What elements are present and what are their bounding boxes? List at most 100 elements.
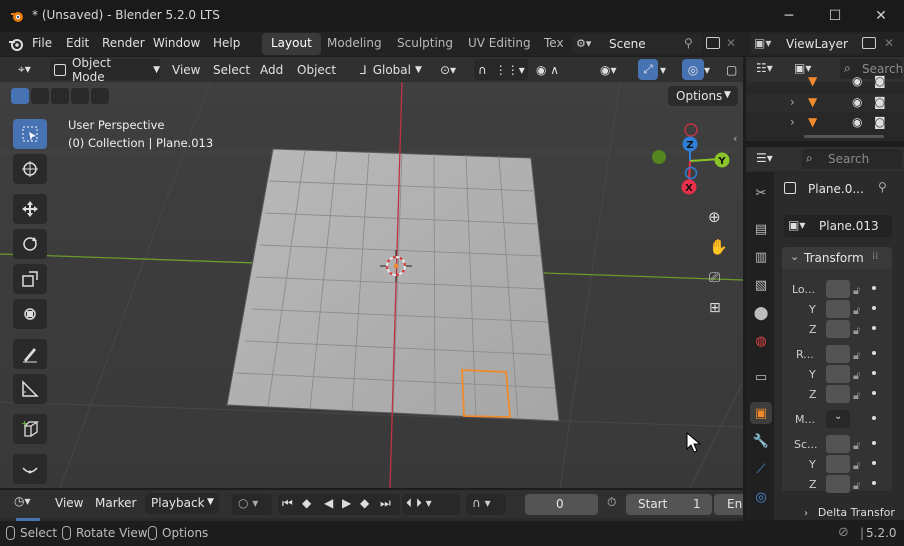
3d-viewport[interactable]: Options ▼ User Perspective (0) Collectio… [0,82,743,488]
eye-icon[interactable]: ◉ [852,115,862,129]
keyframe-dot-icon[interactable] [872,481,876,485]
pivot-point-icon[interactable]: ⊙▾ [440,59,470,80]
annotate-tool-icon[interactable] [13,339,47,369]
measure-tool-icon[interactable] [13,374,47,404]
location-z-field[interactable] [826,320,850,338]
proportional-editing-icon[interactable]: ◉ ∧ [536,59,586,80]
eye-icon[interactable]: ◉ [852,95,862,109]
camera-render-icon[interactable]: ◙ [874,74,886,88]
menu-window[interactable]: Window [153,36,200,50]
new-scene-icon[interactable] [706,37,720,49]
pan-hand-icon[interactable]: ✋ [709,238,728,256]
menu-render[interactable]: Render [102,36,145,50]
outliner-row[interactable]: › ▼ ◉ ◙ [746,94,904,112]
jump-keyframe-forward-icon[interactable]: ◆ [360,496,369,510]
render-tab-icon[interactable]: ▤ [750,218,772,240]
add-menu[interactable]: Add [260,59,283,80]
new-view-layer-icon[interactable] [862,37,876,49]
scene-selector[interactable]: ⚙▾ Scene ⚲ [572,34,702,54]
lock-icon[interactable]: 🔓︎ [853,281,860,301]
outliner-scrollbar[interactable] [804,135,884,138]
object-menu[interactable]: Object [297,59,336,80]
select-subtract-icon[interactable] [51,88,69,104]
rotation-z-field[interactable] [826,385,850,403]
keyframe-dot-icon[interactable] [872,306,876,310]
close-button[interactable]: ✕ [858,0,904,32]
current-frame-field[interactable]: 0 [525,494,598,515]
lock-icon[interactable]: 🔓︎ [853,386,860,406]
select-difference-icon[interactable] [71,88,89,104]
transform-panel-header[interactable]: ⌄ Transform ⁞⁞ [782,247,892,269]
keyframe-dot-icon[interactable] [872,286,876,290]
physics-tab-icon[interactable]: ◎ [750,486,772,508]
menu-help[interactable]: Help [213,36,240,50]
lock-icon[interactable]: 🔓︎ [853,301,860,321]
select-menu[interactable]: Select [213,59,250,80]
keyframe-dot-icon[interactable] [872,391,876,395]
neg-z-axis-icon[interactable] [684,166,698,180]
lock-icon[interactable]: 🔓︎ [853,366,860,386]
menu-edit[interactable]: Edit [66,36,89,50]
view-menu[interactable]: View [172,59,200,80]
add-cube-tool-icon[interactable]: + [13,414,47,444]
timeline-editor-type-icon[interactable]: ◷▾ [14,494,31,508]
expand-arrow-icon[interactable]: › [790,95,795,109]
scale-x-field[interactable] [826,435,850,453]
rotate-tool-icon[interactable] [13,229,47,259]
keyframe-dot-icon[interactable] [872,441,876,445]
lock-icon[interactable]: 🔓︎ [853,456,860,476]
blender-menu-icon[interactable] [8,37,23,51]
object-tab-icon[interactable]: ▣ [750,402,772,424]
properties-editor-type-icon[interactable]: ☰▾ [756,151,773,165]
auto-keying-icon[interactable]: ∩ ▾ [466,494,506,515]
camera-render-icon[interactable]: ◙ [874,95,886,109]
camera-render-icon[interactable]: ◙ [874,115,886,129]
lock-icon[interactable]: 🔓︎ [853,321,860,341]
collapse-arrow-icon[interactable]: ‹ [733,132,737,145]
outliner-panel[interactable]: › ▼ ◉ ◙ › ▼ ◉ ◙ ▼ ◉ ◙ [746,74,904,141]
remove-scene-icon[interactable]: ✕ [726,36,736,50]
rotation-y-field[interactable] [826,365,850,383]
neg-y-axis-icon[interactable] [652,150,666,164]
transform-orientation-selector[interactable]: ⅃ Global ▼ [358,59,432,80]
lock-icon[interactable]: 🔓︎ [853,476,860,496]
tab-texture-paint[interactable]: Tex [535,33,573,55]
timeline-marker-menu[interactable]: Marker [95,496,136,510]
overlays-toggle-icon[interactable]: ◎ [682,59,704,80]
keyframe-dot-icon[interactable] [872,371,876,375]
scale-tool-icon[interactable] [13,264,47,294]
tab-sculpting[interactable]: Sculpting [388,33,462,55]
start-frame-field[interactable]: Start 1 [626,494,712,515]
location-x-field[interactable] [826,280,850,298]
outliner-row[interactable]: › ▼ ◉ ◙ [746,114,904,132]
keying-icon[interactable]: ○ ▾ [232,494,272,515]
snapping-toggle[interactable]: ∩ ⋮⋮▾ [474,59,528,80]
object-name-field[interactable]: ▣▾ Plane.013 [784,215,892,237]
properties-search-field[interactable]: ⌕ Search [802,149,902,169]
add-curve-tool-icon[interactable] [13,454,47,484]
timeline-view-menu[interactable]: View [55,496,83,510]
view-layer-tab-icon[interactable]: ▧ [750,274,772,296]
play-icon[interactable]: ▶ [342,496,351,510]
gizmo-toggle-icon[interactable]: ⤢ [638,59,658,80]
tab-layout[interactable]: Layout [262,33,321,55]
rotation-x-field[interactable] [826,345,850,363]
remove-view-layer-icon[interactable]: ✕ [884,36,894,50]
stopwatch-icon[interactable]: ⏱ [607,495,616,510]
outliner-row[interactable]: ▼ ◉ ◙ [746,74,904,90]
xray-toggle-icon[interactable]: ▢ [726,59,742,80]
select-box-tool-icon[interactable] [13,119,47,149]
tab-uv-editing[interactable]: UV Editing [459,33,540,55]
location-y-field[interactable] [826,300,850,318]
select-intersect-icon[interactable] [91,88,109,104]
end-frame-field[interactable]: En [714,494,743,515]
chevron-down-icon[interactable]: ▾ [660,59,674,80]
modifiers-tab-icon[interactable]: 🔧 [750,430,772,452]
cursor-tool-icon[interactable] [13,154,47,184]
scale-y-field[interactable] [826,455,850,473]
keyframe-dot-icon[interactable] [872,461,876,465]
transform-tool-icon[interactable] [13,299,47,329]
navigation-gizmo[interactable]: Z Y X [646,118,738,198]
maximize-button[interactable]: ☐ [812,0,858,32]
output-tab-icon[interactable]: ▥ [750,246,772,268]
